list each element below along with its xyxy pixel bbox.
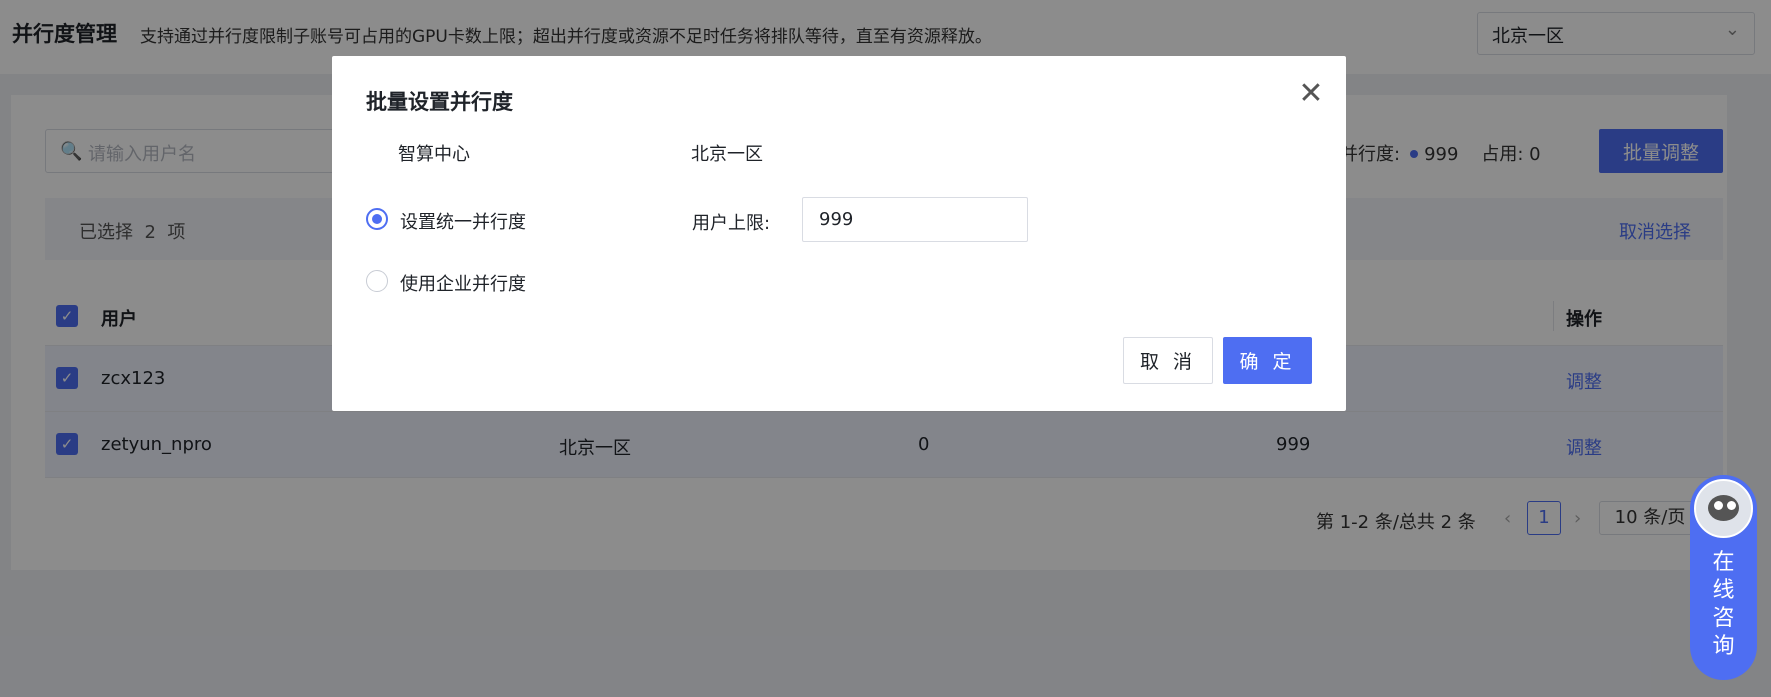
- batch-parallel-dialog: 批量设置并行度 ✕ 智算中心 北京一区 设置统一并行度 用户上限: 使用企业并行…: [332, 56, 1346, 411]
- user-limit-label: 用户上限:: [692, 213, 771, 234]
- user-limit-input[interactable]: [802, 197, 1028, 242]
- online-consult-char: 询: [1712, 634, 1735, 659]
- assistant-avatar-icon: [1694, 479, 1753, 538]
- online-consult-char: 在: [1712, 550, 1735, 575]
- radio-enterprise-label[interactable]: 使用企业并行度: [400, 270, 526, 296]
- radio-unified-label[interactable]: 设置统一并行度: [400, 208, 526, 234]
- radio-unified-parallel[interactable]: [366, 208, 388, 230]
- confirm-button[interactable]: 确 定: [1223, 337, 1312, 384]
- org-name: 智算中心: [398, 144, 470, 165]
- close-icon[interactable]: ✕: [1295, 78, 1327, 110]
- online-consult-label: 在线咨询: [1690, 549, 1757, 661]
- radio-enterprise-parallel[interactable]: [366, 270, 388, 292]
- cancel-button[interactable]: 取 消: [1123, 337, 1213, 384]
- online-consult-button[interactable]: 在线咨询: [1690, 475, 1757, 680]
- online-consult-char: 线: [1712, 578, 1735, 603]
- avatar-eye: [1727, 501, 1736, 510]
- dialog-title: 批量设置并行度: [366, 90, 513, 114]
- online-consult-char: 咨: [1712, 606, 1735, 631]
- dialog-region: 北京一区: [691, 144, 763, 165]
- avatar-eye: [1714, 501, 1723, 510]
